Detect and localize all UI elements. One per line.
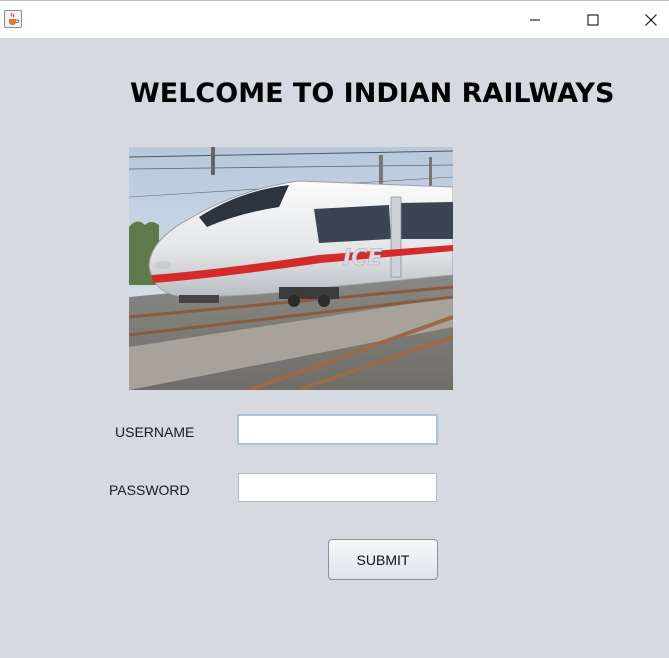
close-button[interactable]	[628, 1, 669, 38]
maximize-icon	[587, 14, 599, 26]
submit-button[interactable]: SUBMIT	[328, 539, 438, 580]
page-title: WELCOME TO INDIAN RAILWAYS	[130, 78, 615, 109]
minimize-button[interactable]	[512, 1, 558, 38]
password-label: PASSWORD	[109, 482, 190, 498]
title-bar	[0, 0, 669, 38]
close-icon	[645, 14, 657, 26]
minimize-icon	[530, 19, 540, 21]
username-label: USERNAME	[115, 424, 195, 440]
password-input[interactable]	[238, 473, 437, 502]
train-image: ICE	[129, 147, 453, 390]
login-panel: WELCOME TO INDIAN RAILWAYS ICE USERNAME …	[0, 38, 669, 658]
username-input[interactable]	[237, 414, 438, 445]
java-cup-icon[interactable]	[4, 10, 22, 28]
maximize-button[interactable]	[570, 1, 616, 38]
svg-text:ICE: ICE	[343, 246, 382, 271]
